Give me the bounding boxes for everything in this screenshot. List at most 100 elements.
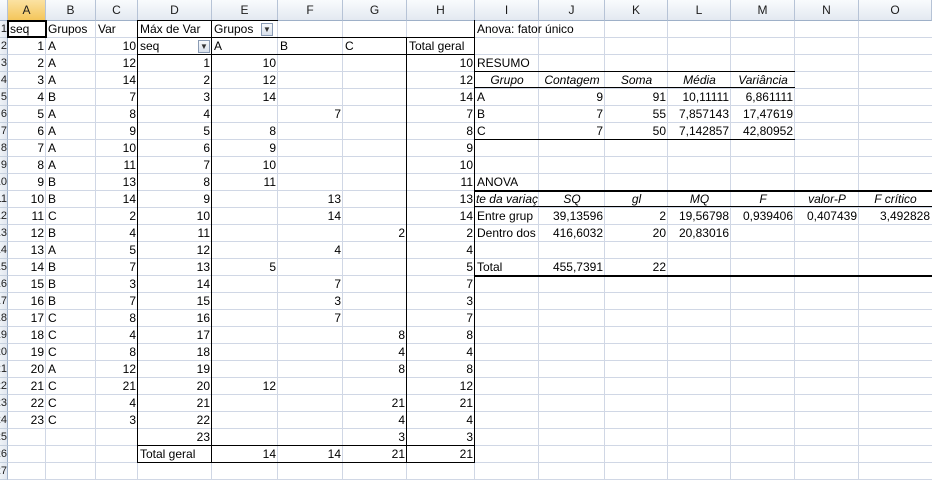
- row-header-23[interactable]: 23: [0, 395, 8, 412]
- anova-value[interactable]: 20,83016: [668, 225, 731, 241]
- anova-value[interactable]: 416,6032: [539, 225, 605, 241]
- pivot-value-cell[interactable]: 4: [343, 412, 407, 428]
- pivot-value-cell[interactable]: 12: [212, 72, 278, 88]
- source-var-cell[interactable]: 3: [96, 412, 138, 428]
- source-group-cell[interactable]: B: [46, 225, 96, 241]
- pivot-row-label[interactable]: 3: [138, 89, 212, 105]
- source-var-cell[interactable]: 5: [96, 242, 138, 258]
- resumo-header-5[interactable]: Variância: [731, 72, 795, 88]
- row-header-7[interactable]: 7: [0, 123, 8, 140]
- resumo-header-4[interactable]: Média: [668, 72, 731, 88]
- source-group-cell[interactable]: B: [46, 174, 96, 190]
- source-group-cell[interactable]: C: [46, 378, 96, 394]
- row-header-18[interactable]: 18: [0, 310, 8, 327]
- source-seq-cell[interactable]: 10: [8, 191, 46, 207]
- row-header-25[interactable]: 25: [0, 429, 8, 446]
- anova-header-7[interactable]: F crítico: [859, 191, 932, 207]
- pivot-row-total[interactable]: 11: [407, 174, 475, 190]
- source-seq-cell[interactable]: 15: [8, 276, 46, 292]
- source-var-cell[interactable]: 14: [96, 191, 138, 207]
- source-header-3[interactable]: Var: [96, 21, 138, 37]
- row-header-19[interactable]: 19: [0, 327, 8, 344]
- source-var-cell[interactable]: 10: [96, 140, 138, 156]
- source-seq-cell[interactable]: 22: [8, 395, 46, 411]
- pivot-value-cell[interactable]: 2: [343, 225, 407, 241]
- anova-output-title[interactable]: Anova: fator único: [475, 21, 675, 37]
- resumo-value[interactable]: 6,861111: [731, 89, 795, 105]
- pivot-value-cell[interactable]: 4: [343, 344, 407, 360]
- pivot-row-total[interactable]: 14: [407, 89, 475, 105]
- row-header-9[interactable]: 9: [0, 157, 8, 174]
- pivot-row-label[interactable]: 19: [138, 361, 212, 377]
- pivot-row-label[interactable]: 8: [138, 174, 212, 190]
- source-group-cell[interactable]: A: [46, 38, 96, 54]
- spreadsheet-grid[interactable]: ABCDEFGHIJKLMNO1234567891011121314151617…: [0, 0, 932, 480]
- source-seq-cell[interactable]: 17: [8, 310, 46, 326]
- resumo-value[interactable]: 7,857143: [668, 106, 731, 122]
- row-header-3[interactable]: 3: [0, 55, 8, 72]
- row-header-10[interactable]: 10: [0, 174, 8, 191]
- source-group-cell[interactable]: A: [46, 72, 96, 88]
- pivot-value-cell[interactable]: 9: [212, 140, 278, 156]
- row-header-20[interactable]: 20: [0, 344, 8, 361]
- row-header-13[interactable]: 13: [0, 225, 8, 242]
- pivot-row-field-label[interactable]: seq: [138, 38, 196, 54]
- source-var-cell[interactable]: 7: [96, 293, 138, 309]
- pivot-value-cell[interactable]: 7: [278, 310, 343, 326]
- source-var-cell[interactable]: 11: [96, 157, 138, 173]
- pivot-row-label[interactable]: 22: [138, 412, 212, 428]
- pivot-row-total[interactable]: 2: [407, 225, 475, 241]
- source-var-cell[interactable]: 8: [96, 344, 138, 360]
- pivot-row-label[interactable]: 5: [138, 123, 212, 139]
- resumo-header-3[interactable]: Soma: [605, 72, 668, 88]
- source-group-cell[interactable]: A: [46, 55, 96, 71]
- resumo-label[interactable]: RESUMO: [475, 55, 539, 71]
- pivot-row-total[interactable]: 12: [407, 378, 475, 394]
- source-var-cell[interactable]: 12: [96, 361, 138, 377]
- source-seq-cell[interactable]: 8: [8, 157, 46, 173]
- source-var-cell[interactable]: 8: [96, 310, 138, 326]
- column-header-f[interactable]: F: [278, 0, 343, 21]
- column-header-e[interactable]: E: [212, 0, 278, 21]
- resumo-group-label[interactable]: C: [475, 123, 539, 139]
- source-var-cell[interactable]: 14: [96, 72, 138, 88]
- resumo-value[interactable]: 10,11111: [668, 89, 731, 105]
- source-seq-cell[interactable]: 5: [8, 106, 46, 122]
- pivot-column-label-c[interactable]: C: [343, 38, 407, 54]
- source-seq-cell[interactable]: 13: [8, 242, 46, 258]
- anova-value[interactable]: 0,939406: [731, 208, 795, 224]
- select-all-corner[interactable]: [0, 0, 8, 21]
- source-group-cell[interactable]: A: [46, 361, 96, 377]
- pivot-grand-total-value[interactable]: 21: [343, 446, 407, 462]
- row-header-11[interactable]: 11: [0, 191, 8, 208]
- pivot-row-total[interactable]: 4: [407, 344, 475, 360]
- pivot-row-label[interactable]: 12: [138, 242, 212, 258]
- source-group-cell[interactable]: C: [46, 412, 96, 428]
- anova-value[interactable]: 0,407439: [795, 208, 859, 224]
- pivot-value-cell[interactable]: 8: [343, 327, 407, 343]
- source-group-cell[interactable]: A: [46, 157, 96, 173]
- pivot-value-cell[interactable]: 21: [343, 395, 407, 411]
- source-group-cell[interactable]: A: [46, 123, 96, 139]
- column-header-j[interactable]: J: [539, 0, 605, 21]
- anova-value[interactable]: 3,492828: [859, 208, 932, 224]
- source-group-cell[interactable]: B: [46, 259, 96, 275]
- anova-value[interactable]: 2: [605, 208, 668, 224]
- source-seq-cell[interactable]: 11: [8, 208, 46, 224]
- source-group-cell[interactable]: A: [46, 140, 96, 156]
- pivot-value-cell[interactable]: 3: [278, 293, 343, 309]
- pivot-value-cell[interactable]: 10: [212, 55, 278, 71]
- pivot-row-total[interactable]: 10: [407, 157, 475, 173]
- source-group-cell[interactable]: B: [46, 191, 96, 207]
- column-header-n[interactable]: N: [795, 0, 859, 21]
- row-header-24[interactable]: 24: [0, 412, 8, 429]
- anova-header-1[interactable]: te da variaç: [475, 191, 539, 207]
- pivot-value-cell[interactable]: 4: [278, 242, 343, 258]
- pivot-grand-total-value[interactable]: 14: [212, 446, 278, 462]
- source-seq-cell[interactable]: 16: [8, 293, 46, 309]
- row-header-8[interactable]: 8: [0, 140, 8, 157]
- column-header-c[interactable]: C: [96, 0, 138, 21]
- pivot-value-cell[interactable]: 7: [278, 106, 343, 122]
- pivot-row-total[interactable]: 8: [407, 361, 475, 377]
- anova-total-value[interactable]: 22: [605, 259, 668, 275]
